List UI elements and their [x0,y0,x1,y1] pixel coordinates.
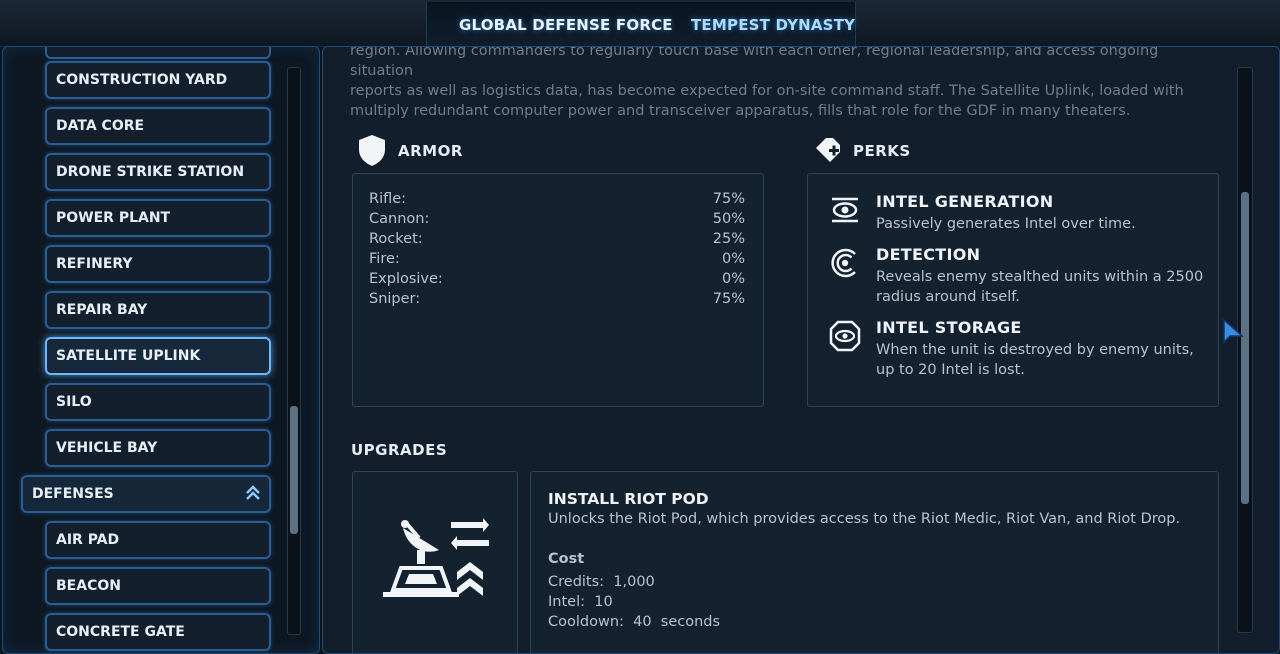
sidebar-item-label: AIR PAD [56,532,120,548]
armor-type: Rocket: [369,231,423,247]
perk-description: When the unit is destroyed by enemy unit… [876,342,1194,378]
sidebar-item-vehicle-bay[interactable]: VEHICLE BAY [45,429,271,467]
intel-generation-icon [832,197,858,223]
cost-cooldown: Cooldown: 40 seconds [548,614,720,630]
category-label: DEFENSES [32,486,114,502]
building-list-panel: CONSTRUCTION YARD DATA CORE DRONE STRIKE… [2,46,320,654]
armor-value: 0% [721,251,745,267]
cooldown-unit: seconds [660,614,721,630]
sidebar-scrollbar-thumb[interactable] [290,406,298,534]
perk-description: Passively generates Intel over time. [876,216,1136,232]
cost-credits: Credits: 1,000 [548,574,655,590]
sidebar-item-label: POWER PLANT [56,210,171,226]
armor-type: Explosive: [369,271,443,287]
perk-title: INTEL STORAGE [876,318,1022,337]
description-line: multiply redundant computer power and tr… [350,103,1131,119]
armor-type: Fire: [369,251,400,267]
armor-row: Explosive: 0% [369,271,745,291]
cursor-icon [1223,318,1244,344]
description-text: region. Allowing commanders to regularly… [350,46,1210,121]
armor-type: Sniper: [369,291,421,307]
armor-row: Rocket: 25% [369,231,745,251]
top-bar: GLOBAL DEFENSE FORCE TEMPEST DYNASTY [0,0,1280,47]
faction-tabs: GLOBAL DEFENSE FORCE TEMPEST DYNASTY [426,2,856,47]
upgrade-icon-box[interactable] [352,471,518,653]
sidebar-item-label: BEACON [56,578,121,594]
shield-icon [359,135,385,166]
details-panel: region. Allowing commanders to regularly… [322,46,1280,654]
armor-value: 50% [712,211,745,227]
tab-global-defense-force[interactable]: GLOBAL DEFENSE FORCE [459,16,673,34]
armor-value: 75% [712,291,745,307]
armor-row: Cannon: 50% [369,211,745,231]
detection-icon [831,248,856,278]
sidebar-item-data-core[interactable]: DATA CORE [45,107,271,145]
credits-value: 1,000 [613,574,655,590]
sidebar-item-label: CONSTRUCTION YARD [56,72,228,88]
sidebar-scrollbar[interactable] [287,67,301,635]
intel-label: Intel: [548,594,585,610]
sidebar-item-label: DATA CORE [56,118,145,134]
details-scrollbar-thumb[interactable] [1241,192,1249,504]
armor-type: Cannon: [369,211,430,227]
armor-type: Rifle: [369,191,407,207]
perk-title: INTEL GENERATION [876,192,1054,211]
description-line: reports as well as logistics data, has b… [350,83,1184,99]
armor-row: Rifle: 75% [369,191,745,211]
perk-title: DETECTION [876,245,981,264]
sidebar-item-silo[interactable]: SILO [45,383,271,421]
armor-value: 0% [721,271,745,287]
sidebar-item-air-pad[interactable]: AIR PAD [45,521,271,559]
cost-intel: Intel: 10 [548,594,613,610]
tab-tempest-dynasty[interactable]: TEMPEST DYNASTY [691,16,855,34]
upgrade-details: INSTALL RIOT POD Unlocks the Riot Pod, w… [530,471,1219,653]
sidebar-item-label: SILO [56,394,92,410]
armor-value: 25% [712,231,745,247]
details-scrollbar[interactable] [1237,67,1253,633]
upgrades-heading: UPGRADES [351,441,448,459]
description-line: region. Allowing commanders to regularly… [350,46,1159,79]
perks-heading: PERKS [853,142,911,160]
upgrade-title: INSTALL RIOT POD [548,490,709,508]
cooldown-label: Cooldown: [548,614,624,630]
sidebar-item-label: DRONE STRIKE STATION [56,164,245,180]
sidebar-item-construction-yard[interactable]: CONSTRUCTION YARD [45,61,271,99]
sidebar-item-drone-strike-station[interactable]: DRONE STRIKE STATION [45,153,271,191]
perk-description: Reveals enemy stealthed units within a 2… [876,269,1204,305]
armor-row: Fire: 0% [369,251,745,271]
sidebar-item-label: CONCRETE GATE [56,624,185,640]
perks-icon [816,138,840,162]
sidebar-item-power-plant[interactable]: POWER PLANT [45,199,271,237]
chevron-up-icon [246,485,260,500]
sidebar-item-beacon[interactable]: BEACON [45,567,271,605]
cost-heading: Cost [548,551,585,567]
list-item-partial[interactable] [45,47,271,59]
armor-value: 75% [712,191,745,207]
armor-table: Rifle: 75% Cannon: 50% Rocket: 25% Fire:… [352,173,764,407]
cooldown-value: 40 [633,614,652,630]
sidebar-item-label: REPAIR BAY [56,302,148,318]
riot-pod-icon [383,518,489,597]
perks-box: INTEL GENERATION Passively generates Int… [807,173,1219,407]
credits-label: Credits: [548,574,605,590]
sidebar-item-satellite-uplink[interactable]: SATELLITE UPLINK [45,337,271,375]
sidebar-item-concrete-gate[interactable]: CONCRETE GATE [45,613,271,651]
sidebar-item-label: VEHICLE BAY [56,440,158,456]
upgrade-description: Unlocks the Riot Pod, which provides acc… [548,511,1181,527]
sidebar-item-refinery[interactable]: REFINERY [45,245,271,283]
intel-value: 10 [594,594,613,610]
sidebar-item-repair-bay[interactable]: REPAIR BAY [45,291,271,329]
sidebar-item-label: REFINERY [56,256,133,272]
armor-row: Sniper: 75% [369,291,745,311]
armor-heading: ARMOR [398,142,463,160]
intel-storage-icon [829,320,861,352]
category-defenses[interactable]: DEFENSES [21,475,271,513]
sidebar-item-label: SATELLITE UPLINK [56,348,201,364]
